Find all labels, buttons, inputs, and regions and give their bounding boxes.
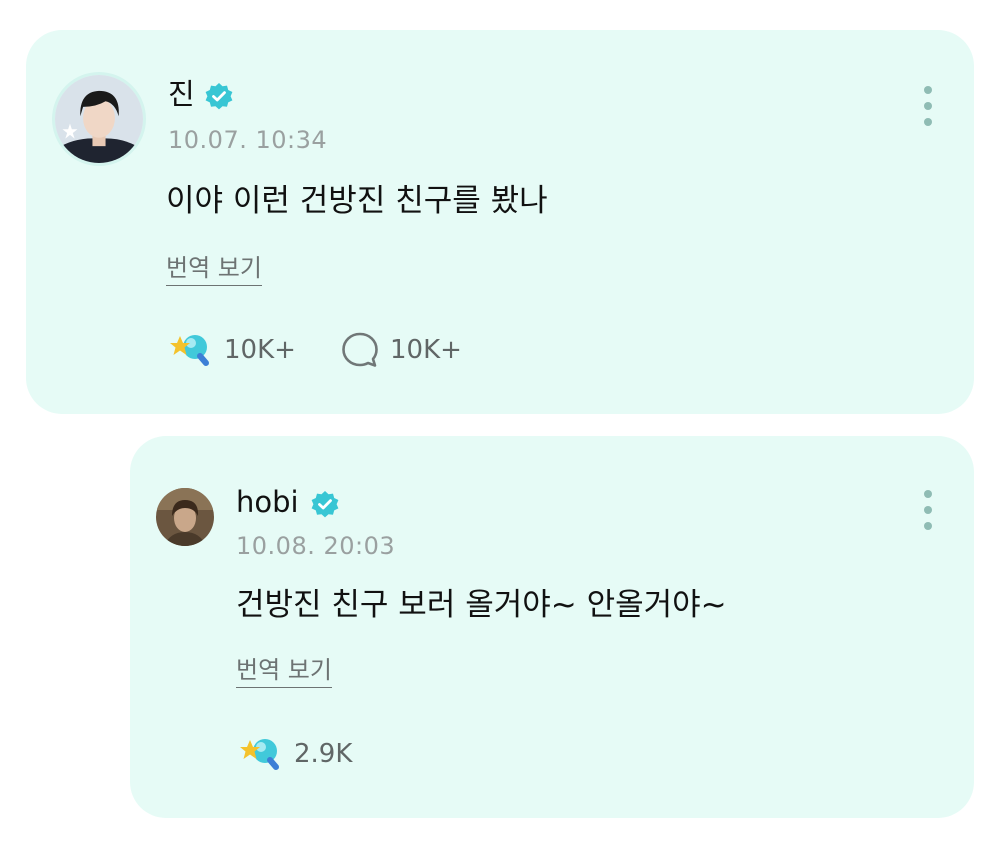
verified-badge-icon xyxy=(205,83,233,110)
avatar[interactable] xyxy=(156,488,214,546)
like-button[interactable]: 2.9K xyxy=(238,734,352,774)
author-name[interactable]: 진 xyxy=(168,80,195,109)
verified-badge-icon xyxy=(311,491,339,518)
more-options-icon[interactable] xyxy=(922,488,934,532)
avatar[interactable] xyxy=(52,72,146,166)
comment-count: 10K+ xyxy=(390,335,462,365)
comment-bubble-icon xyxy=(342,332,378,367)
post-timestamp: 10.07. 10:34 xyxy=(168,126,328,154)
post-content: 이야 이런 건방진 친구를 봤나 xyxy=(166,183,548,219)
author-name[interactable]: hobi xyxy=(236,488,299,517)
more-options-icon[interactable] xyxy=(922,84,934,128)
like-count: 10K+ xyxy=(224,335,296,365)
avatar-image xyxy=(156,488,214,546)
reply-card: hobi 10.08. 20:03 건방진 친구 보러 올거야~ 안올거야~ 번… xyxy=(130,436,974,818)
like-lightstick-icon xyxy=(170,335,209,366)
like-count: 2.9K xyxy=(294,739,353,769)
comment-button[interactable]: 10K+ xyxy=(340,330,462,370)
reply-content: 건방진 친구 보러 올거야~ 안올거야~ xyxy=(236,587,727,623)
like-lightstick-icon xyxy=(240,739,279,770)
avatar-image xyxy=(55,75,143,163)
reply-timestamp: 10.08. 20:03 xyxy=(236,532,396,560)
post-card: 진 10.07. 10:34 이야 이런 건방진 친구를 봤나 번역 보기 10… xyxy=(26,30,974,414)
translate-link[interactable]: 번역 보기 xyxy=(236,658,332,688)
translate-link[interactable]: 번역 보기 xyxy=(166,256,262,286)
like-button[interactable]: 10K+ xyxy=(168,330,296,370)
